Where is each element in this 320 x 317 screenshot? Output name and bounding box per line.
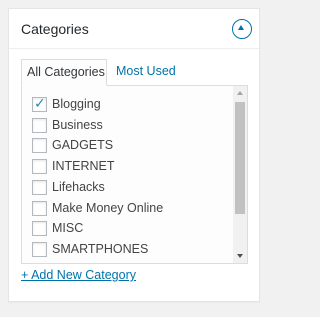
chevron-up-icon [238,25,244,30]
category-label: SMARTPHONES [52,241,149,256]
add-new-category-link[interactable]: + Add New Category [21,267,136,283]
category-checkbox[interactable] [32,159,47,175]
arrow-up-icon [237,91,243,95]
category-label: Blogging [52,97,101,111]
category-checkbox[interactable] [32,241,47,257]
category-checkbox[interactable] [32,138,47,154]
category-label: GADGETS [52,138,114,153]
category-item-misc[interactable]: MISC [32,221,232,241]
checklist-scrollbar[interactable] [233,86,247,263]
checkmark-icon: ✓ [34,96,46,112]
categories-metabox: Categories All Categories Most Used ✓ Bl… [8,8,260,302]
category-label: Make Money Online [52,200,164,215]
category-checkbox[interactable] [32,200,47,216]
scroll-up-button[interactable] [233,86,247,100]
scroll-down-button[interactable] [233,249,247,263]
arrow-down-icon [237,254,243,258]
category-label: MISC [52,221,84,236]
category-label: Business [52,117,103,132]
category-item-smartphones[interactable]: SMARTPHONES [32,241,232,262]
category-item-make-money-online[interactable]: Make Money Online [32,200,232,221]
category-label: INTERNET [52,159,115,174]
toggle-panel-button[interactable] [232,19,252,39]
tab-all-categories[interactable]: All Categories [21,59,107,86]
category-label: Lifehacks [52,179,105,194]
category-checkbox[interactable] [32,117,47,133]
category-item-gadgets[interactable]: GADGETS [32,138,232,158]
category-checkbox[interactable] [32,221,47,237]
category-item-blogging[interactable]: ✓ Blogging [32,96,232,117]
tab-most-used[interactable]: Most Used [112,59,176,86]
category-checklist-panel: ✓ Blogging Business GADGETS INTERNET Lif… [21,85,248,264]
category-item-lifehacks[interactable]: Lifehacks [32,179,232,200]
scrollbar-thumb[interactable] [235,102,245,214]
metabox-header: Categories [9,9,259,49]
category-checkbox[interactable] [32,179,47,195]
category-checkbox[interactable]: ✓ [32,96,47,112]
metabox-title: Categories [21,21,89,37]
category-item-business[interactable]: Business [32,117,232,138]
category-item-internet[interactable]: INTERNET [32,159,232,179]
